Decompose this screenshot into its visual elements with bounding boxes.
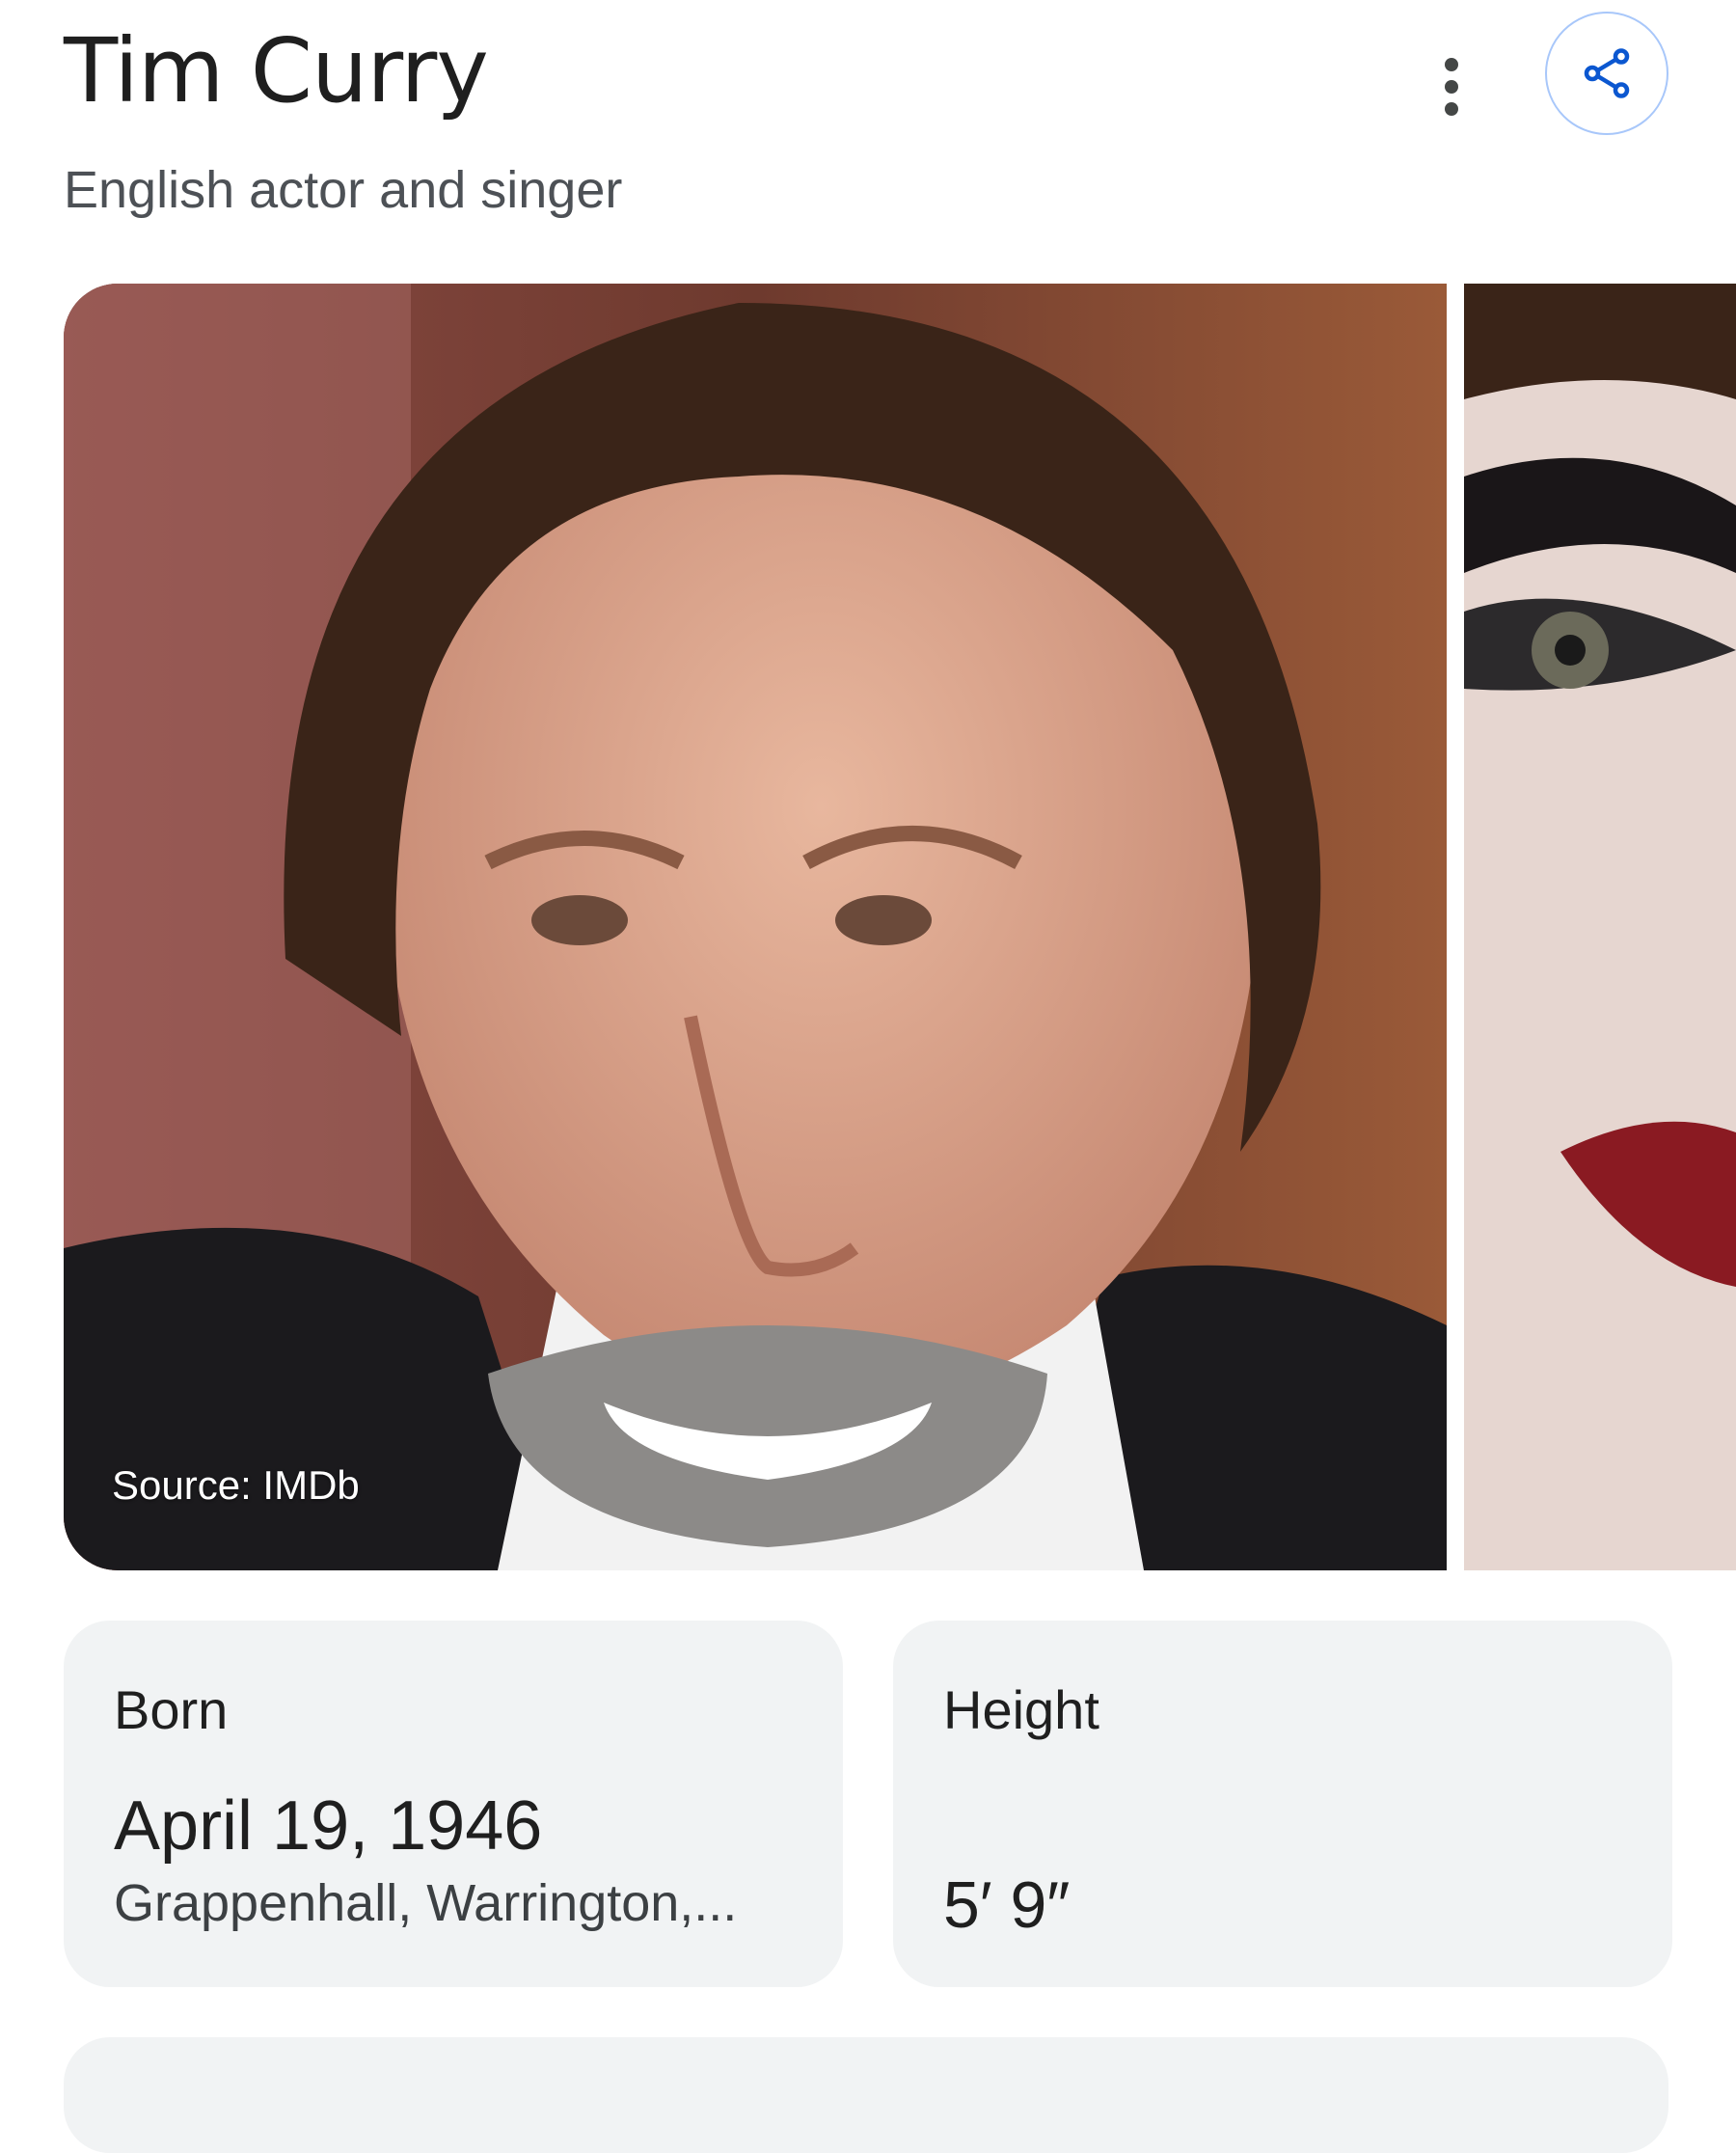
born-date: April 19, 1946 bbox=[114, 1787, 543, 1865]
page-subtitle: English actor and singer bbox=[64, 161, 623, 219]
next-info-card[interactable] bbox=[64, 2037, 1668, 2153]
portrait-image bbox=[64, 284, 1447, 1570]
costume-portrait-image bbox=[1464, 284, 1736, 1570]
born-label: Born bbox=[114, 1679, 229, 1740]
more-vert-icon bbox=[1445, 58, 1458, 71]
secondary-photo[interactable] bbox=[1464, 284, 1736, 1570]
height-value: 5′ 9″ bbox=[943, 1868, 1071, 1942]
share-button[interactable] bbox=[1545, 12, 1668, 135]
photo-source-label: Source: IMDb bbox=[112, 1462, 360, 1508]
page-title: Tim Curry bbox=[64, 19, 489, 123]
share-icon bbox=[1584, 48, 1630, 98]
born-card[interactable]: Born April 19, 1946 Grappenhall, Warring… bbox=[64, 1621, 843, 1987]
born-place: Grappenhall, Warrington,... bbox=[114, 1874, 738, 1932]
main-photo[interactable]: Source: IMDb bbox=[64, 284, 1447, 1570]
height-card[interactable]: Height 5′ 9″ bbox=[893, 1621, 1672, 1987]
more-options-button[interactable] bbox=[1422, 48, 1481, 125]
height-label: Height bbox=[943, 1679, 1099, 1740]
